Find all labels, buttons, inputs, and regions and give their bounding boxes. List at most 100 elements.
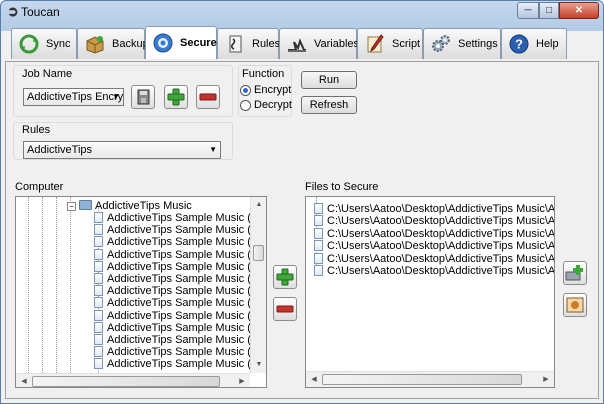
secure-file-row[interactable]: C:\Users\Aatoo\Desktop\AddictiveTips Mus… bbox=[314, 215, 555, 228]
files-to-secure-label: Files to Secure bbox=[305, 181, 379, 193]
tree-file-row[interactable]: AddictiveTips Sample Music (2).mp3 bbox=[94, 358, 266, 371]
add-path-button[interactable] bbox=[563, 261, 587, 285]
tree-file-row[interactable]: AddictiveTips Sample Music (19).mp3 bbox=[94, 346, 266, 359]
secure-file-path: C:\Users\Aatoo\Desktop\AddictiveTips Mus… bbox=[327, 227, 555, 240]
run-button[interactable]: Run bbox=[301, 71, 357, 89]
computer-vertical-scrollbar[interactable]: ▲ ▼ bbox=[250, 197, 266, 373]
file-icon bbox=[314, 252, 323, 264]
computer-horizontal-scrollbar[interactable]: ◀ ▶ bbox=[16, 373, 250, 387]
tree-file-row[interactable]: AddictiveTips Sample Music (10).mp3 bbox=[94, 236, 266, 249]
add-job-button[interactable] bbox=[164, 85, 188, 109]
secure-file-row[interactable]: C:\Users\Aatoo\Desktop\AddictiveTips Mus… bbox=[314, 203, 554, 215]
tree-guide bbox=[56, 197, 57, 373]
tree-file-row[interactable]: AddictiveTips Sample Music (11).mp3 bbox=[94, 248, 266, 261]
tree-file-name: AddictiveTips Sample Music (15).mp3 bbox=[107, 297, 266, 310]
tree-file-row[interactable]: AddictiveTips Sample Music (1).mp3 bbox=[94, 224, 266, 236]
scroll-left-arrow-icon[interactable]: ◀ bbox=[16, 374, 32, 387]
scroll-left-arrow-icon[interactable]: ◀ bbox=[306, 372, 322, 387]
tab-rules[interactable]: Rules bbox=[217, 28, 280, 59]
secure-file-path: C:\Users\Aatoo\Desktop\AddictiveTips Mus… bbox=[327, 215, 555, 228]
remove-files-button[interactable] bbox=[273, 297, 297, 321]
secure-horizontal-scrollbar[interactable]: ◀ ▶ bbox=[306, 371, 554, 387]
tree-file-name: AddictiveTips Sample Music (19).mp3 bbox=[107, 346, 266, 359]
scroll-thumb[interactable] bbox=[253, 245, 264, 261]
refresh-button[interactable]: Refresh bbox=[301, 96, 357, 114]
secure-shield-icon bbox=[152, 32, 174, 54]
title-bar[interactable]: ➲ Toucan ─ □ ✕ bbox=[1, 1, 603, 23]
tree-file-row[interactable]: AddictiveTips Sample Music (1).m4a bbox=[94, 212, 266, 224]
tree-file-name: AddictiveTips Sample Music (17).mp3 bbox=[107, 321, 266, 334]
job-name-dropdown[interactable]: AddictiveTips Encryptio ▼ bbox=[23, 88, 124, 106]
tree-file-name: AddictiveTips Sample Music (14).mp3 bbox=[107, 285, 266, 298]
close-button[interactable]: ✕ bbox=[559, 2, 599, 19]
tab-backup[interactable]: Backup bbox=[77, 28, 149, 59]
tree-file-row[interactable]: AddictiveTips Sample Music (15).mp3 bbox=[94, 297, 266, 310]
tree-file-name: AddictiveTips Sample Music (2).mp3 bbox=[107, 358, 266, 371]
svg-text:?: ? bbox=[515, 37, 523, 52]
secure-file-row[interactable]: C:\Users\Aatoo\Desktop\AddictiveTips Mus… bbox=[314, 240, 554, 252]
scroll-up-arrow-icon[interactable]: ▲ bbox=[251, 197, 266, 213]
maximize-button[interactable]: □ bbox=[539, 2, 559, 19]
save-job-button[interactable] bbox=[131, 85, 155, 109]
file-icon bbox=[314, 240, 323, 252]
minimize-button[interactable]: ─ bbox=[517, 2, 539, 19]
tree-guide bbox=[28, 197, 29, 373]
plus-icon bbox=[276, 268, 294, 286]
plus-icon bbox=[167, 88, 185, 106]
rules-icon bbox=[224, 33, 246, 55]
file-icon bbox=[314, 265, 323, 276]
computer-tree[interactable]: − AddictiveTips Music AddictiveTips Sampl… bbox=[15, 196, 267, 388]
tree-file-row[interactable]: AddictiveTips Sample Music (13).mp3 bbox=[94, 273, 266, 285]
scroll-thumb[interactable] bbox=[322, 374, 522, 385]
tree-file-row[interactable]: AddictiveTips Sample Music (12).mp3 bbox=[94, 260, 266, 273]
secure-file-row[interactable]: C:\Users\Aatoo\Desktop\AddictiveTips Mus… bbox=[314, 252, 555, 265]
file-icon bbox=[94, 248, 103, 260]
computer-label: Computer bbox=[15, 181, 64, 193]
file-icon bbox=[94, 236, 103, 248]
scroll-right-arrow-icon[interactable]: ▶ bbox=[538, 372, 554, 387]
tree-guide bbox=[42, 197, 43, 373]
job-name-label: Job Name bbox=[22, 68, 73, 80]
tree-file-row[interactable]: AddictiveTips Sample Music (16).mp3 bbox=[94, 309, 266, 322]
tab-settings[interactable]: Settings bbox=[423, 28, 501, 59]
insert-variable-button[interactable] bbox=[563, 293, 587, 317]
file-icon bbox=[94, 358, 103, 370]
tab-script[interactable]: Script bbox=[357, 28, 423, 59]
file-icon bbox=[94, 309, 103, 321]
rules-dropdown[interactable]: AddictiveTips ▼ bbox=[23, 141, 221, 159]
files-to-secure-list[interactable]: C:\Users\Aatoo\Desktop\AddictiveTips Mus… bbox=[305, 196, 555, 388]
secure-file-row[interactable]: C:\Users\Aatoo\Desktop\AddictiveTips Mus… bbox=[314, 227, 555, 240]
tree-file-name: AddictiveTips Sample Music (1).m4a bbox=[107, 212, 266, 224]
scroll-right-arrow-icon[interactable]: ▶ bbox=[234, 374, 250, 387]
decrypt-radio[interactable]: Decrypt bbox=[240, 99, 292, 111]
secure-file-row[interactable]: C:\Users\Aatoo\Desktop\AddictiveTips Mus… bbox=[314, 265, 554, 277]
tree-file-name: AddictiveTips Sample Music (10).mp3 bbox=[107, 236, 266, 249]
tab-variables[interactable]: Variables bbox=[279, 28, 359, 59]
add-path-icon bbox=[565, 265, 583, 281]
collapse-toggle-icon[interactable]: − bbox=[67, 202, 76, 211]
tab-help[interactable]: ? Help bbox=[501, 28, 567, 59]
secure-file-path: C:\Users\Aatoo\Desktop\AddictiveTips Mus… bbox=[327, 252, 555, 265]
tab-sync[interactable]: Sync bbox=[11, 28, 77, 59]
minus-icon bbox=[276, 305, 294, 313]
scroll-thumb[interactable] bbox=[32, 376, 220, 387]
tree-file-row[interactable]: AddictiveTips Sample Music (14).mp3 bbox=[94, 285, 266, 298]
file-icon bbox=[94, 334, 103, 345]
tree-guide bbox=[70, 197, 71, 373]
tree-file-row[interactable]: AddictiveTips Sample Music (17).mp3 bbox=[94, 321, 266, 334]
tree-file-name: AddictiveTips Sample Music (13).mp3 bbox=[107, 273, 266, 285]
tab-bar: Sync Backup Secure Rules Variables Scrip… bbox=[11, 26, 595, 61]
encrypt-radio[interactable]: Encrypt bbox=[240, 84, 291, 96]
scroll-down-arrow-icon[interactable]: ▼ bbox=[251, 357, 266, 373]
variables-icon bbox=[286, 33, 308, 55]
file-icon bbox=[94, 224, 103, 236]
tree-folder-row[interactable]: − AddictiveTips Music bbox=[67, 200, 192, 212]
file-icon bbox=[94, 297, 103, 309]
tab-secure[interactable]: Secure bbox=[145, 26, 217, 59]
file-icon bbox=[94, 212, 103, 223]
tree-file-row[interactable]: AddictiveTips Sample Music (18).mp3 bbox=[94, 334, 266, 346]
backup-box-icon bbox=[84, 33, 106, 55]
add-files-button[interactable] bbox=[273, 265, 297, 289]
file-icon bbox=[314, 227, 323, 239]
remove-job-button[interactable] bbox=[196, 85, 220, 109]
